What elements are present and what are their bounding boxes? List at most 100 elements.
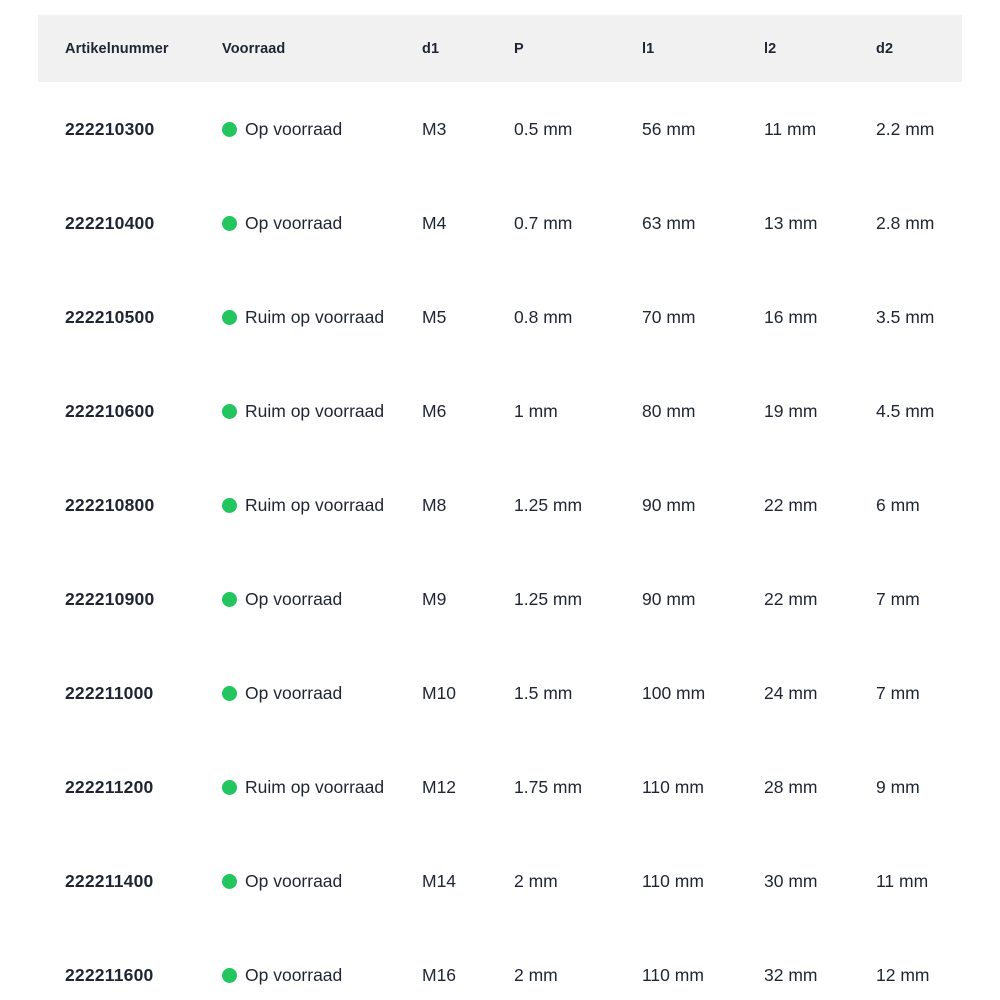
cell-l1: 110 mm bbox=[642, 965, 764, 986]
stock-status: Op voorraad bbox=[222, 213, 422, 234]
stock-status: Op voorraad bbox=[222, 871, 422, 892]
stock-status: Op voorraad bbox=[222, 119, 422, 140]
cell-p: 2 mm bbox=[514, 871, 642, 892]
cell-l2: 16 mm bbox=[764, 307, 876, 328]
table-row[interactable]: 222210600 Ruim op voorraad M6 1 mm 80 mm… bbox=[38, 364, 962, 458]
stock-status-label: Op voorraad bbox=[245, 965, 342, 986]
cell-p: 1.5 mm bbox=[514, 683, 642, 704]
stock-status: Op voorraad bbox=[222, 683, 422, 704]
stock-dot-icon bbox=[222, 686, 237, 701]
stock-status-label: Ruim op voorraad bbox=[245, 307, 384, 328]
table-row[interactable]: 222211400 Op voorraad M14 2 mm 110 mm 30… bbox=[38, 834, 962, 928]
cell-l2: 30 mm bbox=[764, 871, 876, 892]
stock-dot-icon bbox=[222, 968, 237, 983]
cell-l1: 110 mm bbox=[642, 777, 764, 798]
cell-l1: 90 mm bbox=[642, 589, 764, 610]
cell-d2: 12 mm bbox=[876, 965, 962, 986]
cell-d2: 4.5 mm bbox=[876, 401, 962, 422]
column-header-p: P bbox=[514, 41, 642, 57]
cell-d2: 7 mm bbox=[876, 683, 962, 704]
stock-dot-icon bbox=[222, 404, 237, 419]
cell-l2: 24 mm bbox=[764, 683, 876, 704]
cell-d2: 2.2 mm bbox=[876, 119, 962, 140]
cell-d1: M14 bbox=[422, 871, 514, 892]
cell-d2: 6 mm bbox=[876, 495, 962, 516]
stock-status-label: Op voorraad bbox=[245, 683, 342, 704]
product-spec-table: Artikelnummer Voorraad d1 P l1 l2 d2 222… bbox=[38, 15, 962, 1000]
stock-status: Op voorraad bbox=[222, 589, 422, 610]
cell-d1: M5 bbox=[422, 307, 514, 328]
stock-dot-icon bbox=[222, 310, 237, 325]
cell-d1: M16 bbox=[422, 965, 514, 986]
article-number: 222210400 bbox=[65, 213, 222, 234]
stock-dot-icon bbox=[222, 122, 237, 137]
stock-dot-icon bbox=[222, 498, 237, 513]
cell-d1: M12 bbox=[422, 777, 514, 798]
cell-p: 1 mm bbox=[514, 401, 642, 422]
article-number: 222211600 bbox=[65, 965, 222, 986]
cell-l2: 22 mm bbox=[764, 495, 876, 516]
cell-d2: 7 mm bbox=[876, 589, 962, 610]
table-row[interactable]: 222210300 Op voorraad M3 0.5 mm 56 mm 11… bbox=[38, 82, 962, 176]
cell-l1: 70 mm bbox=[642, 307, 764, 328]
cell-d1: M10 bbox=[422, 683, 514, 704]
cell-l2: 11 mm bbox=[764, 119, 876, 140]
cell-p: 0.7 mm bbox=[514, 213, 642, 234]
column-header-l1: l1 bbox=[642, 41, 764, 57]
cell-p: 1.75 mm bbox=[514, 777, 642, 798]
article-number: 222211200 bbox=[65, 777, 222, 798]
column-header-d2: d2 bbox=[876, 41, 962, 57]
cell-d2: 11 mm bbox=[876, 871, 962, 892]
cell-p: 1.25 mm bbox=[514, 495, 642, 516]
stock-status-label: Op voorraad bbox=[245, 213, 342, 234]
article-number: 222210800 bbox=[65, 495, 222, 516]
cell-l2: 28 mm bbox=[764, 777, 876, 798]
table-row[interactable]: 222210400 Op voorraad M4 0.7 mm 63 mm 13… bbox=[38, 176, 962, 270]
stock-status-label: Op voorraad bbox=[245, 119, 342, 140]
cell-p: 0.5 mm bbox=[514, 119, 642, 140]
cell-p: 1.25 mm bbox=[514, 589, 642, 610]
cell-l2: 32 mm bbox=[764, 965, 876, 986]
cell-l2: 22 mm bbox=[764, 589, 876, 610]
table-row[interactable]: 222211600 Op voorraad M16 2 mm 110 mm 32… bbox=[38, 928, 962, 1000]
stock-status-label: Op voorraad bbox=[245, 589, 342, 610]
column-header-artikelnummer: Artikelnummer bbox=[65, 41, 222, 57]
cell-d2: 9 mm bbox=[876, 777, 962, 798]
cell-p: 0.8 mm bbox=[514, 307, 642, 328]
cell-l1: 80 mm bbox=[642, 401, 764, 422]
cell-l1: 110 mm bbox=[642, 871, 764, 892]
column-header-voorraad: Voorraad bbox=[222, 41, 422, 57]
stock-status-label: Op voorraad bbox=[245, 871, 342, 892]
cell-d1: M9 bbox=[422, 589, 514, 610]
cell-d1: M4 bbox=[422, 213, 514, 234]
stock-status: Ruim op voorraad bbox=[222, 307, 422, 328]
article-number: 222210300 bbox=[65, 119, 222, 140]
table-row[interactable]: 222211000 Op voorraad M10 1.5 mm 100 mm … bbox=[38, 646, 962, 740]
cell-p: 2 mm bbox=[514, 965, 642, 986]
cell-l1: 63 mm bbox=[642, 213, 764, 234]
cell-l1: 100 mm bbox=[642, 683, 764, 704]
table-row[interactable]: 222210900 Op voorraad M9 1.25 mm 90 mm 2… bbox=[38, 552, 962, 646]
table-row[interactable]: 222210500 Ruim op voorraad M5 0.8 mm 70 … bbox=[38, 270, 962, 364]
cell-d1: M3 bbox=[422, 119, 514, 140]
stock-dot-icon bbox=[222, 874, 237, 889]
stock-status: Op voorraad bbox=[222, 965, 422, 986]
table-row[interactable]: 222211200 Ruim op voorraad M12 1.75 mm 1… bbox=[38, 740, 962, 834]
stock-status: Ruim op voorraad bbox=[222, 401, 422, 422]
cell-d2: 3.5 mm bbox=[876, 307, 962, 328]
cell-l2: 19 mm bbox=[764, 401, 876, 422]
table-header-row: Artikelnummer Voorraad d1 P l1 l2 d2 bbox=[38, 15, 962, 82]
stock-status-label: Ruim op voorraad bbox=[245, 777, 384, 798]
stock-dot-icon bbox=[222, 592, 237, 607]
column-header-l2: l2 bbox=[764, 41, 876, 57]
column-header-d1: d1 bbox=[422, 41, 514, 57]
cell-l1: 90 mm bbox=[642, 495, 764, 516]
cell-d1: M8 bbox=[422, 495, 514, 516]
stock-dot-icon bbox=[222, 216, 237, 231]
cell-d2: 2.8 mm bbox=[876, 213, 962, 234]
cell-l1: 56 mm bbox=[642, 119, 764, 140]
stock-status: Ruim op voorraad bbox=[222, 495, 422, 516]
table-row[interactable]: 222210800 Ruim op voorraad M8 1.25 mm 90… bbox=[38, 458, 962, 552]
article-number: 222210600 bbox=[65, 401, 222, 422]
stock-status-label: Ruim op voorraad bbox=[245, 401, 384, 422]
